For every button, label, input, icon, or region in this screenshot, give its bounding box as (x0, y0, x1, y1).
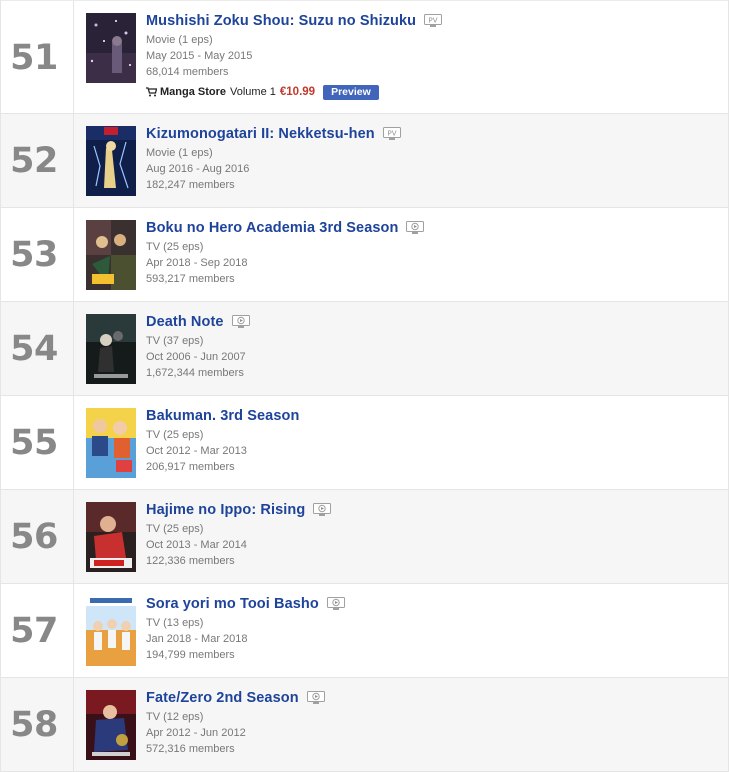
store-price: €10.99 (279, 86, 316, 98)
rank-cell: 52 (1, 114, 74, 207)
anime-aired-dates: Apr 2012 - Jun 2012 (146, 727, 246, 739)
anime-title-link[interactable]: Boku no Hero Academia 3rd Season (146, 220, 398, 236)
anime-poster[interactable] (86, 408, 136, 478)
rank-cell: 53 (1, 208, 74, 301)
play-icon[interactable] (306, 691, 325, 705)
anime-title-link[interactable]: Fate/Zero 2nd Season (146, 690, 299, 706)
ranking-row: 55 Bakuman. 3rd Season TV (25 eps) Oct 2… (1, 396, 728, 490)
anime-type: TV (12 eps) (146, 711, 204, 723)
anime-title-link[interactable]: Kizumonogatari II: Nekketsu-hen (146, 126, 375, 142)
anime-poster[interactable] (86, 13, 136, 83)
anime-poster[interactable] (86, 502, 136, 572)
manga-store-link[interactable]: Manga Store (160, 86, 226, 98)
rank-number: 56 (10, 517, 58, 557)
rank-number: 55 (10, 423, 58, 463)
ranking-row: 52 Kizumonogatari II: Nekketsu-hen PV Mo… (1, 114, 728, 208)
preview-button[interactable]: Preview (323, 84, 379, 100)
svg-text:PV: PV (429, 17, 438, 25)
anime-aired-dates: May 2015 - May 2015 (146, 50, 253, 62)
ranking-row: 56 Hajime no Ippo: Rising TV (25 eps) Oc… (1, 490, 728, 584)
play-icon[interactable] (326, 597, 345, 611)
anime-type: TV (25 eps) (146, 241, 204, 253)
anime-aired-dates: Oct 2006 - Jun 2007 (146, 351, 246, 363)
pv-icon[interactable]: PV (424, 14, 443, 28)
rank-cell: 54 (1, 302, 74, 395)
rank-number: 52 (10, 141, 58, 181)
anime-members: 122,336 members (146, 555, 235, 567)
anime-title-link[interactable]: Death Note (146, 314, 224, 330)
anime-aired-dates: Aug 2016 - Aug 2016 (146, 163, 250, 175)
anime-title-link[interactable]: Mushishi Zoku Shou: Suzu no Shizuku (146, 13, 416, 29)
anime-aired-dates: Apr 2018 - Sep 2018 (146, 257, 248, 269)
anime-type: Movie (1 eps) (146, 147, 213, 159)
anime-members: 194,799 members (146, 649, 235, 661)
anime-aired-dates: Jan 2018 - Mar 2018 (146, 633, 248, 645)
anime-title-link[interactable]: Hajime no Ippo: Rising (146, 502, 305, 518)
ranking-row: 53 Boku no Hero Academia 3rd Season TV (… (1, 208, 728, 302)
anime-title-link[interactable]: Sora yori mo Tooi Basho (146, 596, 319, 612)
ranking-row: 57 Sora yori mo Tooi Basho TV (13 eps) J… (1, 584, 728, 678)
ranking-row: 58 Fate/Zero 2nd Season TV (12 eps) Apr … (1, 678, 728, 772)
anime-members: 572,316 members (146, 743, 235, 755)
cart-icon (146, 87, 158, 97)
rank-cell: 58 (1, 678, 74, 771)
anime-members: 182,247 members (146, 179, 235, 191)
play-icon[interactable] (231, 315, 250, 329)
pv-icon[interactable]: PV (382, 127, 401, 141)
rank-cell: 57 (1, 584, 74, 677)
svg-text:PV: PV (387, 130, 396, 138)
ranking-list: 51 Mushishi Zoku Shou: Suzu no Shizuku P… (0, 0, 729, 772)
anime-type: TV (25 eps) (146, 523, 204, 535)
anime-members: 1,672,344 members (146, 367, 244, 379)
anime-poster[interactable] (86, 126, 136, 196)
rank-number: 58 (10, 705, 58, 745)
manga-store-line: Manga Store Volume 1 €10.99 Preview (146, 84, 442, 100)
rank-number: 53 (10, 235, 58, 275)
anime-poster[interactable] (86, 596, 136, 666)
rank-cell: 51 (1, 1, 74, 113)
ranking-row: 54 Death Note TV (37 eps) Oct 2006 - Jun… (1, 302, 728, 396)
play-icon[interactable] (313, 503, 332, 517)
rank-cell: 55 (1, 396, 74, 489)
rank-number: 57 (10, 611, 58, 651)
anime-type: TV (37 eps) (146, 335, 204, 347)
anime-aired-dates: Oct 2012 - Mar 2013 (146, 445, 247, 457)
play-icon[interactable] (406, 221, 425, 235)
anime-poster[interactable] (86, 220, 136, 290)
anime-poster[interactable] (86, 314, 136, 384)
anime-members: 68,014 members (146, 66, 229, 78)
rank-number: 54 (10, 329, 58, 369)
anime-type: Movie (1 eps) (146, 34, 213, 46)
store-volume: Volume 1 (230, 86, 276, 98)
rank-cell: 56 (1, 490, 74, 583)
anime-type: TV (25 eps) (146, 429, 204, 441)
anime-type: TV (13 eps) (146, 617, 204, 629)
anime-members: 206,917 members (146, 461, 235, 473)
ranking-row: 51 Mushishi Zoku Shou: Suzu no Shizuku P… (1, 0, 728, 114)
rank-number: 51 (10, 37, 58, 78)
anime-title-link[interactable]: Bakuman. 3rd Season (146, 408, 299, 424)
anime-members: 593,217 members (146, 273, 235, 285)
anime-poster[interactable] (86, 690, 136, 760)
anime-aired-dates: Oct 2013 - Mar 2014 (146, 539, 247, 551)
